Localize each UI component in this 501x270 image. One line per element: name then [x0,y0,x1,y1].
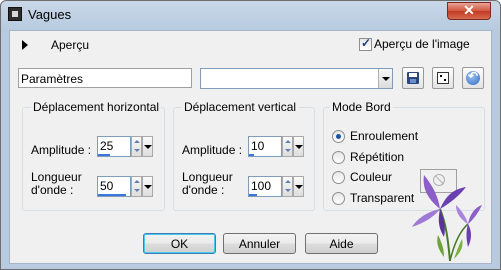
ok-button[interactable]: OK [143,233,216,254]
v-wavelength-spinner[interactable]: 100 [248,176,304,197]
chevron-down-icon[interactable] [293,176,304,197]
h-wavelength-spinner[interactable]: 50 [97,176,153,197]
v-wavelength-label-line2: d'onde : [182,183,225,197]
dice-icon [437,72,449,84]
radio-transparent[interactable] [332,192,345,205]
dialog-body: Aperçu Aperçu de l'image Paramètres Dépl… [9,30,492,264]
randomize-button[interactable] [432,67,454,89]
horizontal-group: Déplacement horizontal Amplitude : 25 Lo… [22,100,165,211]
dialog-window: Vagues ✕ Aperçu Aperçu de l'image Paramè… [0,0,501,270]
title-bar[interactable]: Vagues ✕ [1,1,500,29]
spin-updown-icon[interactable] [131,136,142,157]
v-amplitude-level [249,154,254,156]
help-button[interactable]: Aide [305,233,378,254]
close-button[interactable]: ✕ [447,2,491,20]
preview-bar: Aperçu Aperçu de l'image [10,31,491,58]
radio-color[interactable] [332,171,345,184]
vertical-group: Déplacement vertical Amplitude : 10 Long… [173,100,315,211]
horizontal-group-title: Déplacement horizontal [31,100,162,114]
preview-checkbox-label[interactable]: Aperçu de l'image [374,37,470,51]
cancel-button[interactable]: Annuler [223,233,296,254]
triangle-right-icon[interactable] [22,40,28,50]
flower-decoration [412,175,482,262]
h-amplitude-level [98,154,110,156]
close-icon: ✕ [463,2,475,18]
window-title: Vagues [28,7,72,22]
spin-updown-icon[interactable] [131,176,142,197]
v-wavelength-level [249,194,257,196]
h-wavelength-label-line1: Longueur [31,170,82,184]
h-wavelength-level [98,194,126,196]
radio-wrap[interactable] [332,130,345,143]
save-preset-button[interactable] [402,67,424,89]
chevron-down-icon[interactable] [142,176,153,197]
floppy-disk-icon [407,72,419,84]
radio-repeat-label[interactable]: Répétition [350,150,404,164]
radio-color-label[interactable]: Couleur [350,170,392,184]
radio-repeat[interactable] [332,151,345,164]
presets-label: Paramètres [21,72,84,86]
h-amplitude-label: Amplitude : [31,143,92,157]
presets-label-box: Paramètres [18,68,192,88]
h-wavelength-label-line2: d'onde : [31,183,74,197]
preview-checkbox[interactable] [359,36,372,51]
edge-mode-title: Mode Bord [330,100,393,114]
presets-row: Paramètres [10,64,491,100]
app-icon [8,7,22,21]
h-amplitude-spinner[interactable]: 25 [97,136,153,157]
radio-transparent-label[interactable]: Transparent [350,191,414,205]
v-amplitude-spinner[interactable]: 10 [248,136,304,157]
radio-wrap-label[interactable]: Enroulement [350,129,418,143]
reset-button[interactable] [462,67,484,89]
vertical-group-title: Déplacement vertical [182,100,299,114]
v-wavelength-label-line1: Longueur [182,170,233,184]
preview-expander-label[interactable]: Aperçu [51,38,89,52]
chevron-down-icon[interactable] [378,69,392,88]
reset-icon [466,69,480,85]
v-amplitude-label: Amplitude : [182,143,243,157]
chevron-down-icon[interactable] [293,136,304,157]
spin-updown-icon[interactable] [282,136,293,157]
preset-select[interactable] [200,68,393,89]
spin-updown-icon[interactable] [282,176,293,197]
chevron-down-icon[interactable] [142,136,153,157]
